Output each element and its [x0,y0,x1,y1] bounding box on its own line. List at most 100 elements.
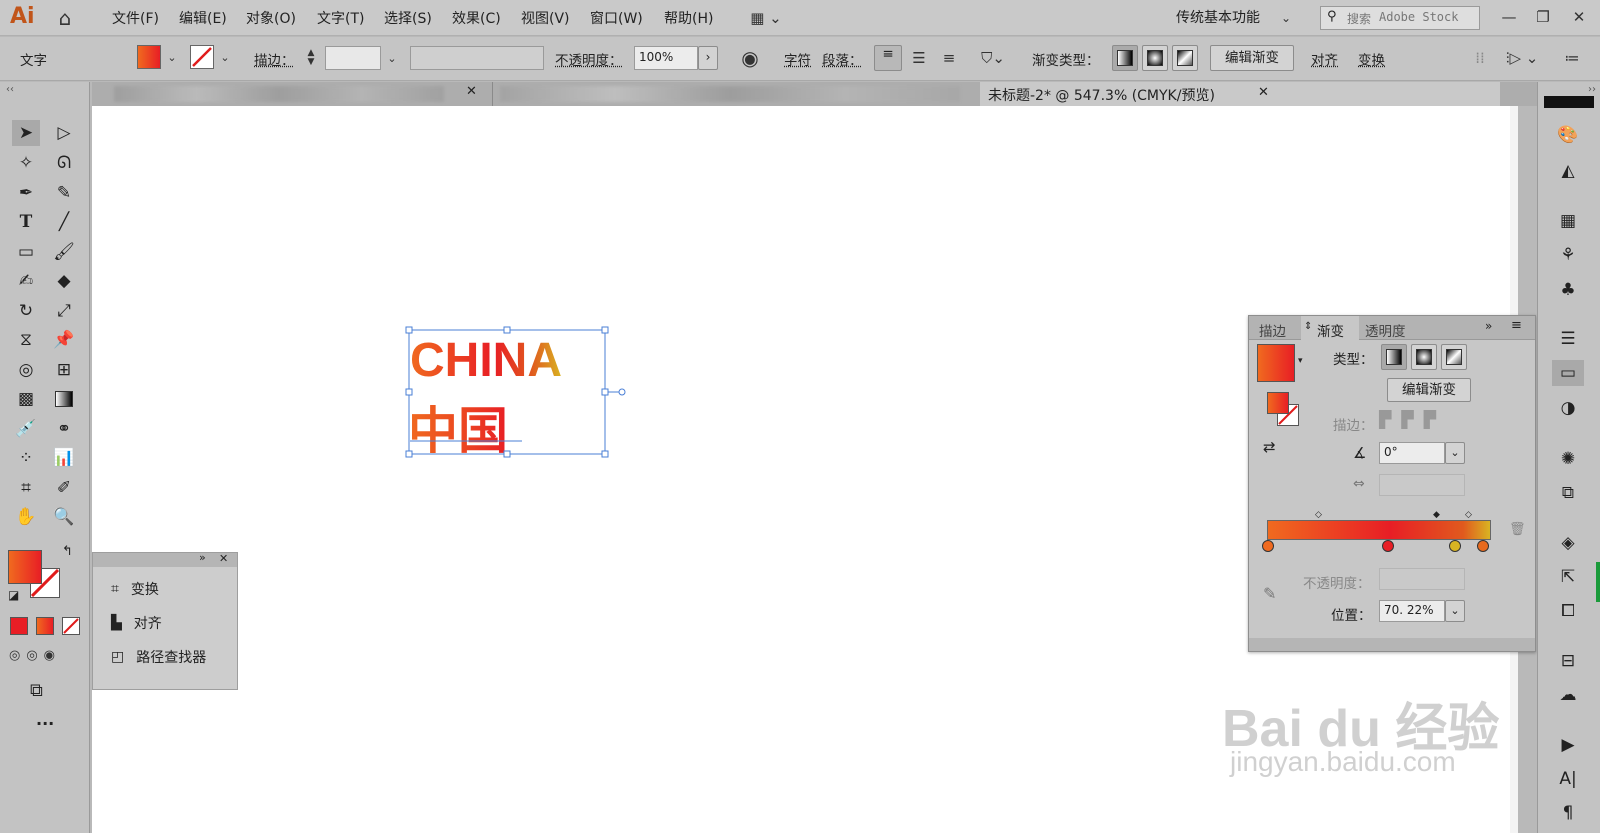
selection-tool-icon[interactable]: ➤ [12,120,40,146]
stroke-swatch[interactable] [190,45,214,69]
menu-effect[interactable]: 效果(C) [452,8,501,28]
gradient-mode-icon[interactable] [36,617,54,635]
type-tool-icon[interactable]: T [12,209,40,235]
menu-object[interactable]: 对象(O) [246,8,296,28]
transform-link[interactable]: 变换 [1358,49,1385,69]
midpoint-diamond[interactable]: ◇ [1465,510,1472,520]
close-icon[interactable]: ✕ [1566,6,1592,28]
eyedropper-icon[interactable]: ✎ [1263,584,1276,603]
edit-gradient-button[interactable]: 编辑渐变 [1210,45,1294,71]
tab-blurred-1[interactable] [114,86,444,102]
more-tools-icon[interactable]: ··· [36,714,54,733]
position-input[interactable]: 70. 22% [1379,600,1445,622]
artboard-tool-icon[interactable]: ⌗ [12,475,40,501]
tab-gradient[interactable]: 渐变 [1317,320,1344,340]
eyedropper-icon[interactable]: 💉 [12,416,40,442]
midpoint-diamond[interactable]: ◆ [1433,510,1440,520]
transparency-icon[interactable]: ◑ [1552,395,1584,421]
minimize-icon[interactable]: — [1496,6,1522,28]
paragraph-link[interactable]: 段落： [822,49,863,69]
midpoint-diamond[interactable]: ◇ [1315,510,1322,520]
menu-type[interactable]: 文字(T) [317,8,364,28]
linear-gradient-button[interactable] [1112,45,1138,71]
actions-play-icon[interactable]: ▶ [1552,732,1584,758]
creative-cloud-icon[interactable]: ☁ [1552,682,1584,708]
delete-stop-icon[interactable]: 🗑 [1509,522,1526,537]
direct-selection-tool-icon[interactable]: ▷ [50,120,78,146]
color-stop[interactable] [1262,540,1274,552]
none-mode-icon[interactable] [62,617,80,635]
align-link[interactable]: 对齐 [1311,49,1338,69]
fill-indicator[interactable] [8,550,42,584]
expand-icon[interactable]: » [199,551,206,564]
shaper-tool-icon[interactable]: ✍ [12,268,40,294]
lasso-icon[interactable]: ᘏ [50,150,78,176]
close-icon[interactable]: ✕ [219,552,228,565]
radial-type-button[interactable] [1411,344,1437,370]
chevron-down-icon[interactable]: ⌄ [382,47,402,69]
envelope-warp-icon[interactable]: ⛉⌄ [973,45,1013,71]
eraser-icon[interactable]: ◆ [50,268,78,294]
rectangle-tool-icon[interactable]: ▭ [12,239,40,265]
panel-menu-icon[interactable]: ≔ [1560,47,1584,69]
panel-resize-bar[interactable] [1249,638,1535,651]
stroke-gradient-buttons[interactable]: ▛▛▛ [1379,410,1463,434]
align-left-icon[interactable]: ≡ [874,45,902,71]
opacity-label[interactable]: 不透明度： [555,49,623,69]
menu-help[interactable]: 帮助(H) [664,8,713,28]
slice-tool-icon[interactable]: ✐ [50,475,78,501]
swatches-icon[interactable]: ▦ [1552,208,1584,234]
artwork-text-china[interactable]: CHINA [410,334,562,387]
gradient-ramp[interactable] [1267,520,1491,540]
tab-stroke[interactable]: 描边 [1259,320,1286,340]
arrange-documents-icon[interactable]: ▦ ⌄ [744,8,788,28]
color-stop[interactable] [1382,540,1394,552]
menu-select[interactable]: 选择(S) [384,8,432,28]
chevron-down-icon[interactable]: ⌄ [1278,9,1294,27]
chevron-down-icon[interactable]: ⌄ [216,47,234,67]
align-center-icon[interactable]: ☰ [905,45,933,71]
close-icon[interactable]: ✕ [1258,85,1269,100]
color-stop[interactable] [1477,540,1489,552]
chevron-down-icon[interactable]: ⌄ [1445,600,1465,622]
aspect-ratio-input[interactable] [1379,474,1465,496]
recolor-icon[interactable]: ◉ [738,46,762,70]
hand-tool-icon[interactable]: ✋ [12,504,40,530]
gradient-tool-icon[interactable] [50,386,78,412]
opacity-input[interactable]: 100% [634,46,698,70]
color-stop[interactable] [1449,540,1461,552]
paragraph-icon[interactable]: ¶ [1552,800,1584,826]
chevron-down-icon[interactable]: ⌄ [163,47,181,67]
color-mode-icon[interactable] [10,617,28,635]
curvature-tool-icon[interactable]: ✎ [50,180,78,206]
stroke-stepper[interactable]: ▲ ▼ [304,46,318,70]
panel-item-align[interactable]: ▙ 对齐 [111,613,162,633]
chevron-down-icon[interactable]: ⌄ [1445,442,1465,464]
draw-mode-icon[interactable]: ◎◎◉ [9,648,79,670]
variable-width-select[interactable] [410,46,544,70]
artwork-text-zhongguo[interactable]: 中国 [408,402,508,460]
mesh-tool-icon[interactable]: ▩ [12,386,40,412]
line-tool-icon[interactable]: ╱ [50,209,78,235]
collapse-icon[interactable]: ‹‹ [6,84,14,95]
fill-swatch[interactable] [137,45,161,69]
angle-input[interactable]: 0° [1379,442,1445,464]
stroke-weight-input[interactable] [325,46,381,70]
menu-file[interactable]: 文件(F) [112,8,159,28]
puppet-warp-icon[interactable]: 📌 [50,327,78,353]
blend-tool-icon[interactable]: ⚭ [50,416,78,442]
screen-mode-icon[interactable]: ⧉ [30,680,43,701]
pen-tool-icon[interactable]: ✒ [12,180,40,206]
shape-builder-icon[interactable]: ◎ [12,357,40,383]
tab-transparency[interactable]: 透明度 [1365,320,1406,340]
color-icon[interactable]: ◭ [1552,158,1584,184]
paintbrush-icon[interactable]: 🖌 [50,239,78,265]
symbols-icon[interactable]: ♣ [1552,277,1584,303]
default-colors-icon[interactable]: ◪ [8,588,19,602]
restore-icon[interactable]: ❐ [1530,6,1556,28]
magic-wand-icon[interactable]: ✧ [12,150,40,176]
isolate-icon[interactable]: ⫶▷ ⌄ [1502,47,1542,69]
gradient-slider[interactable]: ◇ ◆ ◇ 🗑 [1257,510,1527,554]
menu-window[interactable]: 窗口(W) [590,8,643,28]
perspective-grid-icon[interactable]: ⊞ [50,357,78,383]
